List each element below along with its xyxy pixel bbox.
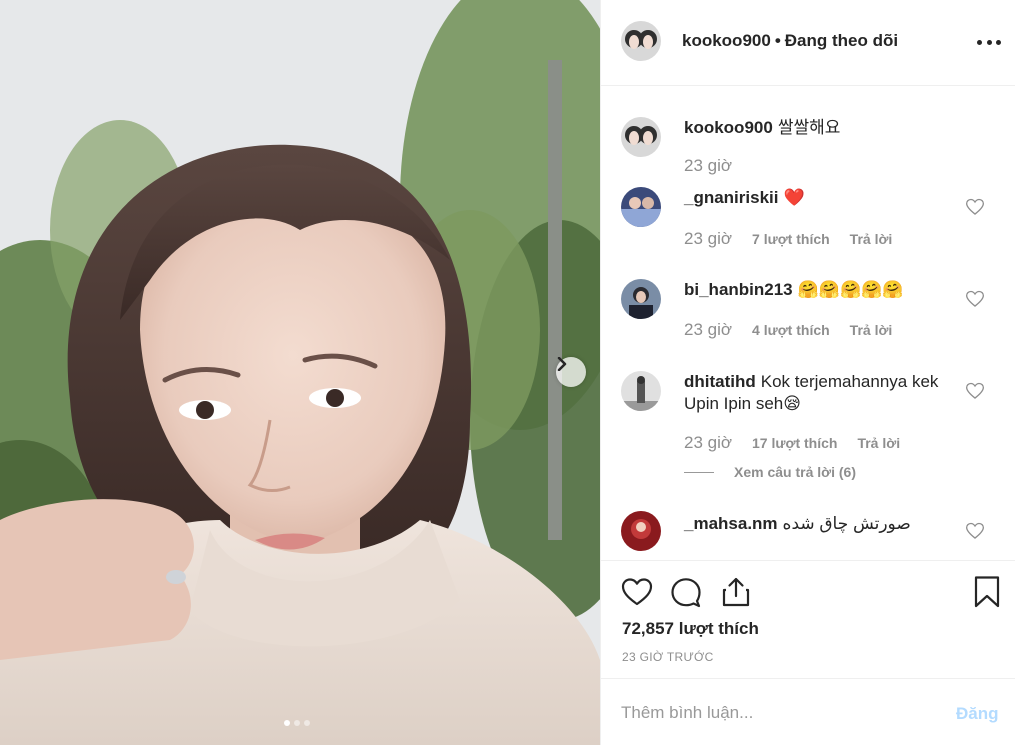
avatar-image (621, 279, 661, 319)
avatar-image (621, 511, 661, 551)
add-comment-section: Đăng (601, 678, 1015, 745)
heart-icon[interactable] (965, 381, 985, 401)
comment-username[interactable]: _mahsa.nm (684, 514, 778, 533)
comment-text: dhitatihd Kok terjemahannya kek Upin Ipin… (684, 371, 964, 415)
post-timestamp: 23 GIỜ TRƯỚC (622, 650, 714, 664)
selfie-photo-illustration (0, 0, 600, 745)
comment-text: _mahsa.nm صورتش چاق شده (684, 513, 964, 535)
avatar-image (621, 21, 661, 61)
comment-input[interactable] (621, 699, 941, 727)
commenter-avatar[interactable] (621, 511, 661, 551)
author-avatar[interactable] (621, 21, 661, 61)
heart-icon[interactable] (965, 197, 985, 217)
post-photo[interactable] (0, 0, 600, 745)
header-separator: • (774, 31, 781, 50)
comment-time[interactable]: 23 giờ (684, 320, 732, 340)
heart-icon[interactable] (965, 289, 985, 309)
caption-text: kookoo900 쌀쌀해요 (684, 117, 964, 139)
post-detail-panel: kookoo900•Đang theo dõi kookoo900쌀쌀해요 (600, 0, 1015, 745)
heart-icon[interactable] (965, 521, 985, 541)
commenter-avatar[interactable] (621, 371, 661, 411)
comment-meta: 23 giờ 4 lượt thích Trả lời (684, 320, 912, 340)
comment-time[interactable]: 23 giờ (684, 433, 732, 453)
more-options-icon (986, 39, 992, 45)
post-actions: 72,857 lượt thích 23 GIỜ TRƯỚC (601, 560, 1015, 676)
comment-username[interactable]: _gnaniriskii (684, 188, 778, 207)
comment-time[interactable]: 23 giờ (684, 229, 732, 249)
caption-username[interactable]: kookoo900 (684, 118, 773, 137)
view-replies-line (684, 471, 714, 473)
carousel-dot (294, 720, 300, 726)
caption-meta: 23 giờ (684, 156, 752, 176)
caption-body: 쌀쌀해요 (777, 118, 841, 137)
bookmark-icon[interactable] (970, 575, 1004, 609)
comment-text: _gnaniriskii ❤️ (684, 187, 964, 209)
post-header: kookoo900 • Đang theo dõi (601, 0, 1015, 86)
carousel-dot (284, 720, 290, 726)
caption-avatar[interactable] (621, 117, 661, 157)
comment-body: 🤗🤗🤗🤗🤗 (797, 280, 904, 299)
comment-likes[interactable]: 7 lượt thích (752, 231, 830, 247)
comment-username[interactable]: dhitatihd (684, 372, 756, 391)
comments-list[interactable]: kookoo900 쌀쌀해요 23 giờ _gnaniriskii ❤️ 23 g… (601, 87, 1015, 560)
more-options-button[interactable] (977, 32, 1001, 52)
share-upload-icon[interactable] (719, 575, 753, 609)
avatar-image (621, 371, 661, 411)
likes-count[interactable]: 72,857 lượt thích (622, 619, 759, 639)
more-options-icon (996, 39, 1001, 45)
view-replies-label: Xem câu trả lời (6) (734, 464, 856, 480)
more-options-icon (977, 39, 982, 45)
comment-meta: 23 giờ 17 lượt thích Trả lời (684, 433, 920, 453)
avatar-image (621, 117, 661, 157)
carousel-dot (304, 720, 310, 726)
reply-button[interactable]: Trả lời (850, 322, 893, 338)
comment-body: صورتش چاق شده (782, 514, 911, 533)
comment-meta: 23 giờ 7 lượt thích Trả lời (684, 229, 912, 249)
follow-status-button[interactable]: Đang theo dõi (785, 31, 898, 50)
comment-body: ❤️ (783, 188, 805, 207)
reply-button[interactable]: Trả lời (850, 231, 893, 247)
avatar-image (621, 187, 661, 227)
reply-button[interactable]: Trả lời (857, 435, 900, 451)
post-comment-button[interactable]: Đăng (956, 704, 999, 724)
comment-likes[interactable]: 17 lượt thích (752, 435, 837, 451)
header-text: kookoo900 • Đang theo dõi (682, 31, 898, 51)
caption-time[interactable]: 23 giờ (684, 156, 732, 176)
comment-text: bi_hanbin213 🤗🤗🤗🤗🤗 (684, 279, 964, 301)
next-photo-button[interactable] (556, 357, 586, 387)
comment-bubble-icon[interactable] (669, 575, 703, 609)
comment-likes[interactable]: 4 lượt thích (752, 322, 830, 338)
chevron-right-icon (557, 357, 567, 371)
comment-username[interactable]: bi_hanbin213 (684, 280, 793, 299)
heart-icon[interactable] (620, 575, 654, 609)
commenter-avatar[interactable] (621, 279, 661, 319)
author-username[interactable]: kookoo900 (682, 31, 771, 50)
carousel-indicator (284, 720, 310, 726)
view-replies-button[interactable]: Xem câu trả lời (6) (684, 464, 856, 480)
commenter-avatar[interactable] (621, 187, 661, 227)
